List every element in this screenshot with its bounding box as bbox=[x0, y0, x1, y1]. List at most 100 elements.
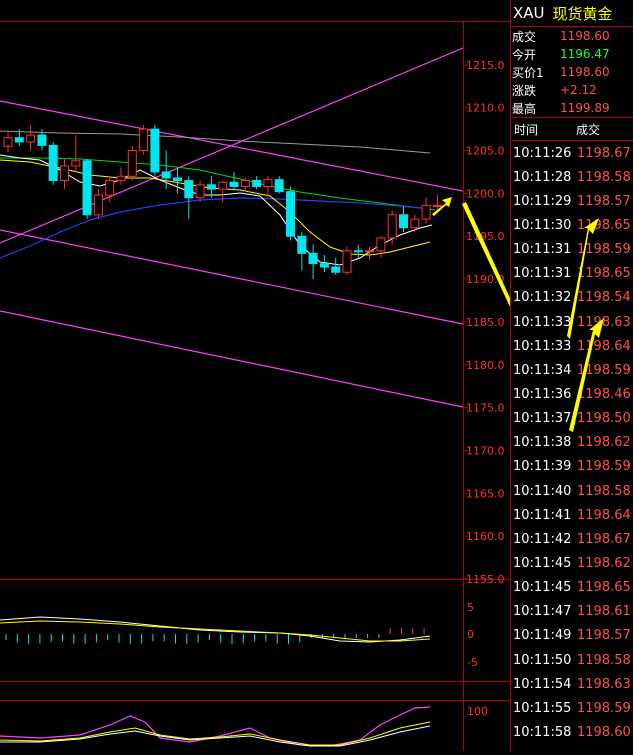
tick-list[interactable]: 10:11:26 1198.67 10:11:28 1198.58 10:11:29 11… bbox=[511, 141, 633, 745]
candle-body bbox=[116, 175, 126, 182]
kdj-panel: 100 bbox=[0, 705, 488, 747]
kdj-yellow-line bbox=[0, 721, 431, 746]
tick-time: 10:11:33 bbox=[513, 338, 572, 354]
candle-body bbox=[93, 194, 103, 216]
tick-row[interactable]: 10:11:38 1198.62 bbox=[511, 431, 633, 455]
quote-row: 成交 1198.60 bbox=[511, 27, 633, 45]
tick-row[interactable]: 10:11:33 1198.63 bbox=[511, 310, 633, 334]
tick-time: 10:11:55 bbox=[513, 700, 572, 716]
tick-row[interactable]: 10:11:49 1198.57 bbox=[511, 624, 633, 648]
tick-time: 10:11:32 bbox=[513, 290, 572, 306]
candle-body bbox=[387, 214, 397, 239]
quote-summary: 成交 1198.60 今开 1196.47 买价1 1198.60 涨跌 +2.12 最高 119… bbox=[511, 27, 633, 118]
tick-row[interactable]: 10:11:29 1198.57 bbox=[511, 189, 633, 213]
candle-body bbox=[297, 235, 307, 254]
price-tick-label: 1215.0 bbox=[466, 59, 505, 72]
macd-panel: 5 0 -5 bbox=[0, 601, 478, 669]
price-tick-label: 1180.0 bbox=[466, 359, 505, 372]
tick-time: 10:11:33 bbox=[513, 314, 572, 330]
ma-gray-line bbox=[0, 130, 431, 154]
candle bbox=[184, 176, 194, 220]
candle bbox=[342, 246, 352, 275]
candle-body bbox=[331, 266, 341, 273]
candle-body bbox=[60, 165, 69, 182]
candle-body bbox=[240, 180, 250, 188]
quote-value: 1198.60 bbox=[560, 65, 610, 79]
tick-row[interactable]: 10:11:37 1198.50 bbox=[511, 407, 633, 431]
candle-body bbox=[263, 179, 273, 188]
tick-row[interactable]: 10:11:55 1198.59 bbox=[511, 696, 633, 720]
tick-row[interactable]: 10:11:39 1198.59 bbox=[511, 455, 633, 479]
tick-row[interactable]: 10:11:40 1198.58 bbox=[511, 479, 633, 503]
price-tick-label: 1210.0 bbox=[466, 102, 505, 115]
candle bbox=[421, 197, 431, 224]
candle bbox=[60, 159, 69, 190]
candle bbox=[195, 180, 205, 202]
candle bbox=[432, 194, 442, 209]
tick-price: 1198.65 bbox=[577, 266, 631, 282]
quote-label: 涨跌 bbox=[512, 83, 537, 98]
tick-price: 1198.50 bbox=[577, 411, 631, 427]
tick-row[interactable]: 10:11:30 1198.65 bbox=[511, 213, 633, 237]
candle-body bbox=[37, 134, 47, 146]
tick-row[interactable]: 10:11:50 1198.58 bbox=[511, 648, 633, 672]
channel-rising-line bbox=[0, 47, 464, 244]
tick-row[interactable]: 10:11:34 1198.59 bbox=[511, 358, 633, 382]
tick-price: 1198.61 bbox=[577, 604, 631, 620]
tick-row[interactable]: 10:11:42 1198.67 bbox=[511, 527, 633, 551]
tick-row[interactable]: 10:11:54 1198.63 bbox=[511, 672, 633, 696]
tick-price: 1198.60 bbox=[577, 724, 631, 740]
candle bbox=[48, 141, 58, 185]
tick-price: 1198.59 bbox=[577, 362, 631, 378]
channel-lower-line bbox=[0, 310, 464, 408]
candle-body bbox=[127, 150, 137, 177]
tick-row[interactable]: 10:11:47 1198.61 bbox=[511, 600, 633, 624]
quote-label: 成交 bbox=[512, 29, 537, 44]
tick-row[interactable]: 10:11:41 1198.64 bbox=[511, 503, 633, 527]
tick-row[interactable]: 10:11:36 1198.46 bbox=[511, 382, 633, 406]
candle-body bbox=[105, 180, 115, 196]
tick-row[interactable]: 10:11:31 1198.59 bbox=[511, 238, 633, 262]
candle-body bbox=[319, 263, 329, 268]
tick-price: 1198.46 bbox=[577, 386, 631, 402]
candle bbox=[173, 167, 182, 194]
candle bbox=[116, 167, 126, 185]
candle-body bbox=[71, 160, 81, 167]
macd-tick-minus5: -5 bbox=[467, 656, 478, 669]
tick-row[interactable]: 10:11:32 1198.54 bbox=[511, 286, 633, 310]
candle bbox=[308, 244, 318, 280]
candle-body bbox=[286, 191, 295, 237]
candle bbox=[139, 124, 149, 155]
price-tick-label: 1155.0 bbox=[466, 573, 505, 586]
tick-time: 10:11:50 bbox=[513, 652, 572, 668]
quote-row: 买价1 1198.60 bbox=[511, 63, 633, 81]
chart-area[interactable]: 1215.0 1210.0 1205.0 1200.0 1195.0 1190.0 1185… bbox=[0, 0, 574, 751]
tick-row[interactable]: 10:11:33 1198.64 bbox=[511, 334, 633, 358]
tick-price: 1198.67 bbox=[577, 145, 631, 161]
tick-price: 1198.58 bbox=[577, 652, 631, 668]
quote-value: +2.12 bbox=[560, 83, 597, 97]
tick-row[interactable]: 10:11:28 1198.58 bbox=[511, 165, 633, 189]
tick-row[interactable]: 10:11:26 1198.67 bbox=[511, 141, 633, 165]
candle-body bbox=[376, 237, 386, 252]
candlestick-chart[interactable]: 1215.01210.01205.01200.01195.01190.01185… bbox=[0, 0, 574, 751]
tick-row[interactable]: 10:11:58 1198.60 bbox=[511, 720, 633, 744]
candle bbox=[127, 146, 137, 181]
tick-row[interactable]: 10:11:45 1198.65 bbox=[511, 576, 633, 600]
tick-header-time: 时间 bbox=[514, 122, 539, 137]
tick-row[interactable]: 10:11:45 1198.62 bbox=[511, 551, 633, 575]
macd-tick-0: 0 bbox=[467, 628, 474, 641]
tick-time: 10:11:45 bbox=[513, 555, 572, 571]
candle bbox=[376, 236, 386, 258]
tick-row[interactable]: 10:11:31 1198.65 bbox=[511, 262, 633, 286]
candle-body bbox=[421, 204, 431, 220]
tick-price: 1198.59 bbox=[577, 242, 631, 258]
price-axis-labels: 1215.01210.01205.01200.01195.01190.01185… bbox=[466, 59, 505, 586]
tick-time: 10:11:42 bbox=[513, 531, 572, 547]
candle-body bbox=[195, 184, 205, 199]
quote-value: 1198.60 bbox=[560, 29, 610, 43]
tick-header-price: 成交 bbox=[576, 122, 601, 137]
tick-price: 1198.64 bbox=[577, 338, 631, 354]
tick-time: 10:11:34 bbox=[513, 362, 572, 378]
candle-body bbox=[161, 171, 171, 179]
